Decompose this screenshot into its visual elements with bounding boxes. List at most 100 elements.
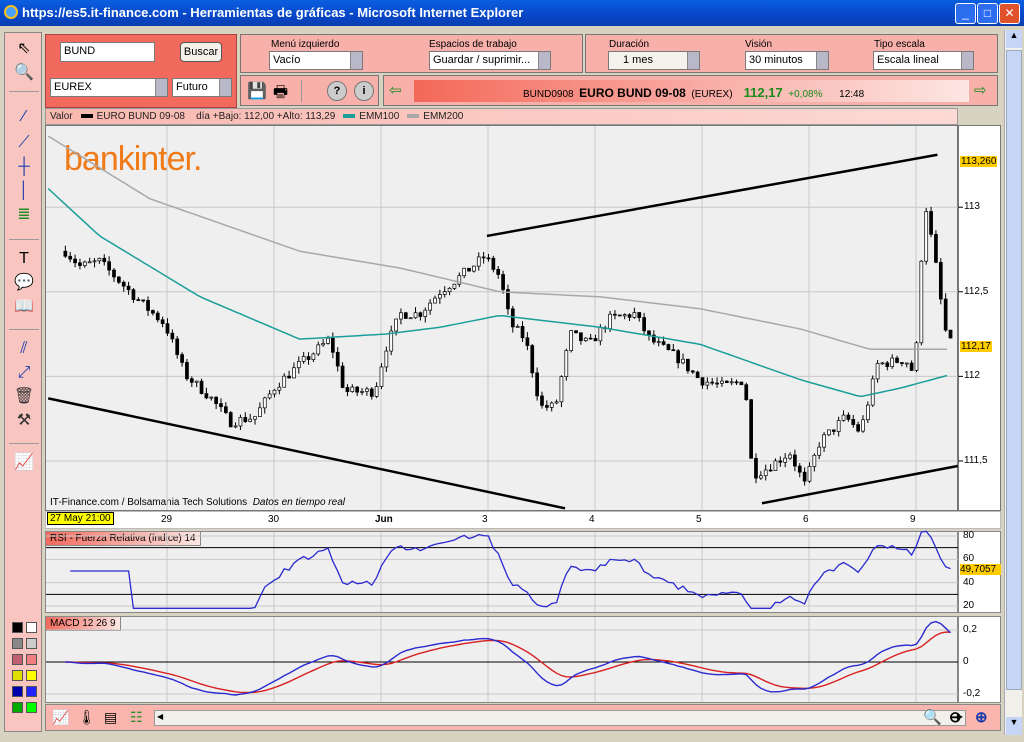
candle — [92, 260, 97, 263]
candle — [160, 319, 165, 324]
candle — [705, 381, 710, 386]
list-icon[interactable]: ☷ — [130, 709, 143, 726]
candle — [739, 381, 744, 386]
candle — [574, 330, 578, 334]
candle — [934, 233, 938, 263]
candle — [802, 471, 807, 482]
candle — [112, 269, 116, 278]
candle — [724, 380, 729, 384]
candle — [559, 376, 564, 403]
zoom-in-icon[interactable]: ⊕ — [975, 708, 988, 726]
candle — [720, 380, 724, 384]
candle — [924, 211, 929, 262]
candle — [637, 312, 642, 318]
scroll-up-icon[interactable]: ▲ — [1006, 30, 1022, 48]
candle — [214, 396, 218, 404]
candle — [277, 386, 282, 391]
candle — [943, 298, 948, 331]
candle — [141, 299, 146, 302]
candle — [413, 312, 418, 319]
candle — [865, 404, 870, 421]
candle — [345, 387, 350, 392]
candle — [817, 446, 822, 456]
candle — [78, 262, 82, 266]
candle — [904, 362, 909, 365]
candle — [914, 342, 919, 371]
candle — [676, 350, 681, 364]
candle — [846, 414, 851, 420]
scroll-thumb[interactable] — [1006, 50, 1022, 690]
candle — [82, 261, 87, 266]
candle — [642, 317, 646, 332]
candle — [447, 287, 452, 293]
candle — [510, 308, 515, 328]
candle — [797, 465, 802, 473]
candle — [661, 341, 666, 345]
candle — [233, 425, 238, 428]
candle — [598, 327, 603, 342]
thermometer-icon[interactable]: 🌡 — [78, 709, 96, 726]
candle — [87, 261, 92, 264]
candle — [175, 338, 180, 355]
candle — [185, 362, 189, 380]
candle — [68, 255, 73, 260]
candle — [408, 317, 413, 320]
candle — [695, 371, 700, 379]
candle — [895, 357, 899, 363]
zoom-fit-icon[interactable]: 🔍 — [923, 708, 942, 726]
scroll-down-icon[interactable]: ▼ — [1006, 717, 1022, 735]
candle — [394, 318, 398, 332]
candle — [496, 269, 501, 275]
candle — [267, 393, 272, 399]
rsi-line — [70, 530, 951, 609]
vertical-scrollbar[interactable]: ▲ ▼ — [1004, 30, 1022, 735]
candle — [938, 262, 943, 300]
candle — [228, 412, 233, 428]
zoom-out-icon[interactable]: ⊖ — [949, 708, 962, 726]
candle — [292, 367, 296, 379]
table-icon[interactable]: ▤ — [104, 709, 117, 726]
candle — [749, 399, 753, 459]
candle — [452, 283, 457, 289]
candle — [773, 460, 778, 471]
candle — [520, 326, 525, 339]
candle — [379, 366, 384, 387]
candle — [783, 457, 788, 463]
candle — [729, 381, 734, 384]
candle — [929, 211, 933, 235]
candle — [758, 475, 763, 479]
candle — [793, 454, 797, 467]
candle — [462, 267, 467, 277]
candle — [754, 457, 758, 479]
candle — [131, 289, 136, 300]
candle — [155, 312, 160, 321]
candle — [544, 405, 549, 408]
candle — [360, 391, 364, 393]
candle — [165, 323, 170, 334]
candle — [569, 330, 574, 351]
candle — [617, 314, 622, 317]
candle — [690, 370, 695, 373]
candle — [136, 299, 141, 301]
candle — [627, 314, 632, 318]
chart-type-icon[interactable]: 📈 — [52, 709, 69, 726]
candle — [189, 378, 194, 383]
scroll-left-icon[interactable]: ◀ — [157, 712, 163, 721]
candle — [369, 388, 374, 397]
candle — [788, 454, 792, 459]
candle — [501, 274, 505, 290]
candle — [807, 466, 812, 482]
candle — [768, 469, 773, 472]
candle — [700, 377, 705, 386]
candle — [632, 312, 637, 318]
candle — [851, 419, 856, 425]
candle — [287, 375, 291, 379]
candle — [438, 294, 442, 299]
candle — [476, 256, 481, 267]
candle — [467, 267, 471, 272]
candle — [384, 350, 389, 368]
candle — [593, 338, 598, 342]
horizontal-scrollbar[interactable]: ◀ ▶ — [154, 710, 966, 726]
candle — [763, 469, 768, 477]
candle — [856, 424, 860, 432]
